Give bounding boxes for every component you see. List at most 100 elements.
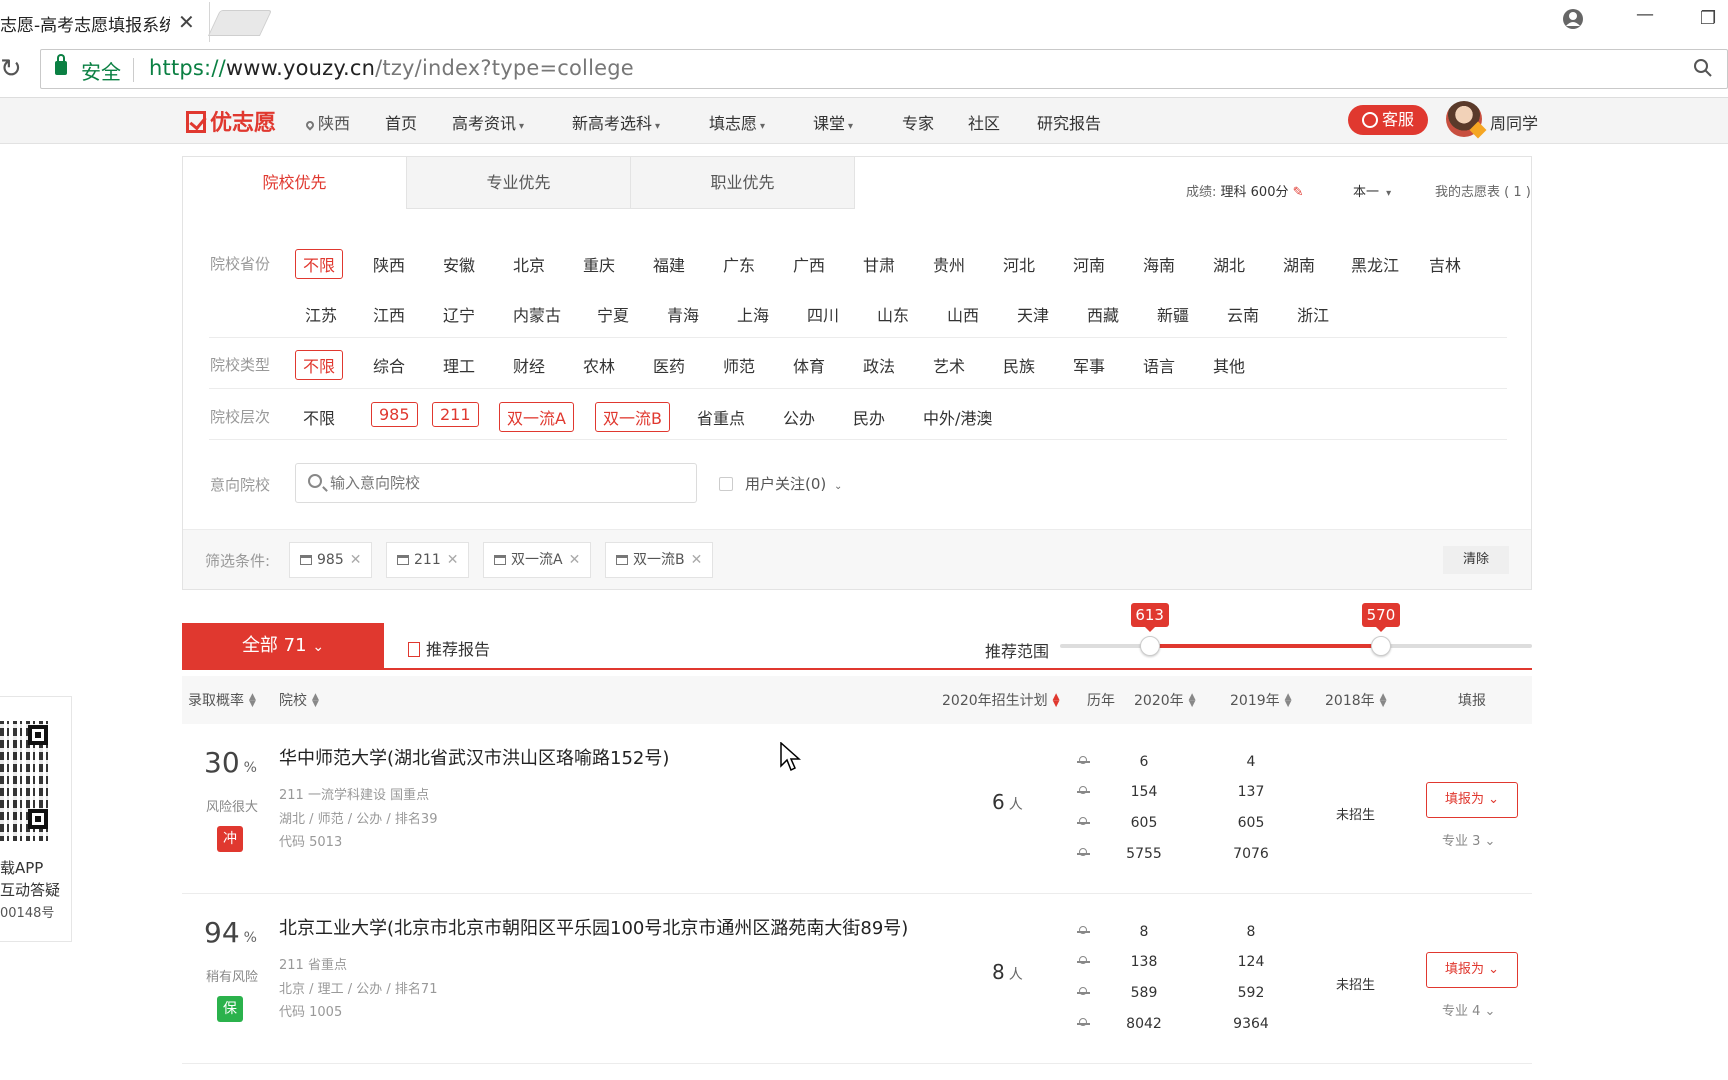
type-option-10[interactable]: 民族 <box>1003 353 1035 377</box>
my-volunteer-table-link[interactable]: 我的志愿表 ( 1 ) <box>1435 181 1531 200</box>
province-option-9[interactable]: 贵州 <box>933 252 965 276</box>
restore-icon[interactable]: ❐ <box>1700 8 1716 29</box>
browser-tab[interactable]: 志愿-高考志愿填报系统 ✕ <box>0 2 210 42</box>
level-option-8[interactable]: 中外/港澳 <box>923 405 992 429</box>
type-option-9[interactable]: 艺术 <box>933 353 965 377</box>
tab-major-first[interactable]: 专业优先 <box>407 157 631 209</box>
level-option-2[interactable]: 211 <box>432 402 479 427</box>
province-option-2-3[interactable]: 内蒙古 <box>513 302 561 326</box>
nav-fill[interactable]: 填志愿 ▾ <box>709 110 765 134</box>
province-option-2-0[interactable]: 江苏 <box>305 302 337 326</box>
province-option-0[interactable]: 不限 <box>295 249 344 279</box>
username[interactable]: 周同学 <box>1490 110 1538 134</box>
tab-college-first[interactable]: 院校优先 <box>183 157 407 209</box>
th-plan[interactable]: 2020年招生计划 ▲ ▼ <box>942 690 1060 710</box>
type-option-8[interactable]: 政法 <box>863 353 895 377</box>
fill-as-button[interactable]: 填报为 ⌄ <box>1426 782 1518 818</box>
nav-course[interactable]: 课堂 ▾ <box>813 110 853 134</box>
th-2018[interactable]: 2018年 ▲ ▼ <box>1325 690 1387 710</box>
province-option-1[interactable]: 陕西 <box>373 252 405 276</box>
zoom-icon[interactable] <box>1693 58 1713 83</box>
url-field[interactable]: 安全 https://www.youzy.cn/tzy/index?type=c… <box>40 49 1728 89</box>
province-option-2-4[interactable]: 宁夏 <box>597 302 629 326</box>
chip-211[interactable]: 211 ✕ <box>386 542 470 578</box>
province-option-2-6[interactable]: 上海 <box>737 302 769 326</box>
reload-icon[interactable]: ↻ <box>0 54 22 84</box>
type-option-0[interactable]: 不限 <box>295 350 344 380</box>
province-option-3[interactable]: 北京 <box>513 252 545 276</box>
site-logo[interactable]: 优志愿 <box>186 105 276 137</box>
profile-icon[interactable] <box>1562 8 1584 35</box>
province-option-11[interactable]: 河南 <box>1073 252 1105 276</box>
major-selector[interactable]: 专业 3 ⌄ <box>1442 830 1495 849</box>
type-option-7[interactable]: 体育 <box>793 353 825 377</box>
score-info[interactable]: 成绩: 理科 600分 ✎ <box>1186 181 1304 200</box>
college-name[interactable]: 华中师范大学(湖北省武汉市洪山区珞喻路152号) <box>279 744 669 770</box>
all-results-button[interactable]: 全部 71 ⌄ <box>182 623 384 669</box>
follow-filter[interactable]: 用户关注(0) ⌄ <box>745 473 842 494</box>
clear-button[interactable]: 清除 <box>1443 546 1509 574</box>
chip-double-first-b[interactable]: 双一流B ✕ <box>605 542 714 578</box>
nav-news[interactable]: 高考资讯 ▾ <box>452 110 524 134</box>
province-option-10[interactable]: 河北 <box>1003 252 1035 276</box>
level-option-4[interactable]: 双一流B <box>595 402 670 432</box>
province-option-4[interactable]: 重庆 <box>583 252 615 276</box>
province-option-2[interactable]: 安徽 <box>443 252 475 276</box>
province-option-8[interactable]: 甘肃 <box>863 252 895 276</box>
th-2020[interactable]: 2020年 ▲ ▼ <box>1134 690 1196 710</box>
type-option-2[interactable]: 理工 <box>443 353 475 377</box>
follow-checkbox[interactable] <box>719 477 733 491</box>
fill-as-button[interactable]: 填报为 ⌄ <box>1426 952 1518 988</box>
chip-985[interactable]: 985 ✕ <box>289 542 373 578</box>
level-option-1[interactable]: 985 <box>371 402 418 427</box>
th-2019[interactable]: 2019年 ▲ ▼ <box>1230 690 1292 710</box>
level-option-6[interactable]: 公办 <box>783 405 815 429</box>
type-option-6[interactable]: 师范 <box>723 353 755 377</box>
level-option-7[interactable]: 民办 <box>853 405 885 429</box>
province-option-2-5[interactable]: 青海 <box>667 302 699 326</box>
tab-close-icon[interactable]: ✕ <box>178 10 195 34</box>
type-option-4[interactable]: 农林 <box>583 353 615 377</box>
province-option-14[interactable]: 湖南 <box>1283 252 1315 276</box>
range-slider-track[interactable] <box>1060 644 1532 648</box>
recommend-report-link[interactable]: 推荐报告 <box>408 636 490 660</box>
province-option-2-14[interactable]: 浙江 <box>1297 302 1329 326</box>
province-option-2-13[interactable]: 云南 <box>1227 302 1259 326</box>
level-option-0[interactable]: 不限 <box>303 405 335 429</box>
level-option-5[interactable]: 省重点 <box>697 405 745 429</box>
nav-community[interactable]: 社区 <box>968 110 1000 134</box>
tab-career-first[interactable]: 职业优先 <box>631 157 855 209</box>
nav-subjects[interactable]: 新高考选科 ▾ <box>572 110 660 134</box>
nav-reports[interactable]: 研究报告 <box>1037 110 1101 134</box>
location-selector[interactable]: 陕西 <box>304 110 350 134</box>
college-name[interactable]: 北京工业大学(北京市北京市朝阳区平乐园100号北京市通州区潞苑南大街89号) <box>279 914 908 940</box>
province-option-13[interactable]: 湖北 <box>1213 252 1245 276</box>
province-option-6[interactable]: 广东 <box>723 252 755 276</box>
chip-double-first-a[interactable]: 双一流A ✕ <box>483 542 592 578</box>
province-option-2-2[interactable]: 辽宁 <box>443 302 475 326</box>
college-search-input[interactable] <box>330 472 680 494</box>
level-option-3[interactable]: 双一流A <box>499 402 574 432</box>
province-option-7[interactable]: 广西 <box>793 252 825 276</box>
type-option-11[interactable]: 军事 <box>1073 353 1105 377</box>
nav-experts[interactable]: 专家 <box>902 110 934 134</box>
province-option-2-8[interactable]: 山东 <box>877 302 909 326</box>
th-college[interactable]: 院校 ▲ ▼ <box>279 690 319 710</box>
range-knob-low[interactable] <box>1139 636 1160 656</box>
nav-home[interactable]: 首页 <box>385 110 417 134</box>
province-option-2-7[interactable]: 四川 <box>807 302 839 326</box>
type-option-12[interactable]: 语言 <box>1143 353 1175 377</box>
batch-selector[interactable]: 本一 ▾ <box>1353 181 1391 200</box>
th-probability[interactable]: 录取概率 ▲ ▼ <box>188 690 256 710</box>
customer-service-button[interactable]: 客服 <box>1348 105 1428 135</box>
range-knob-high[interactable] <box>1370 636 1391 656</box>
app-promo-card[interactable]: 载APP 互动答疑 00148号 <box>0 696 72 942</box>
new-tab-button[interactable] <box>207 10 273 36</box>
type-option-13[interactable]: 其他 <box>1213 353 1245 377</box>
major-selector[interactable]: 专业 4 ⌄ <box>1442 1000 1495 1019</box>
type-option-1[interactable]: 综合 <box>373 353 405 377</box>
type-option-3[interactable]: 财经 <box>513 353 545 377</box>
province-option-2-9[interactable]: 山西 <box>947 302 979 326</box>
province-option-2-1[interactable]: 江西 <box>373 302 405 326</box>
type-option-5[interactable]: 医药 <box>653 353 685 377</box>
